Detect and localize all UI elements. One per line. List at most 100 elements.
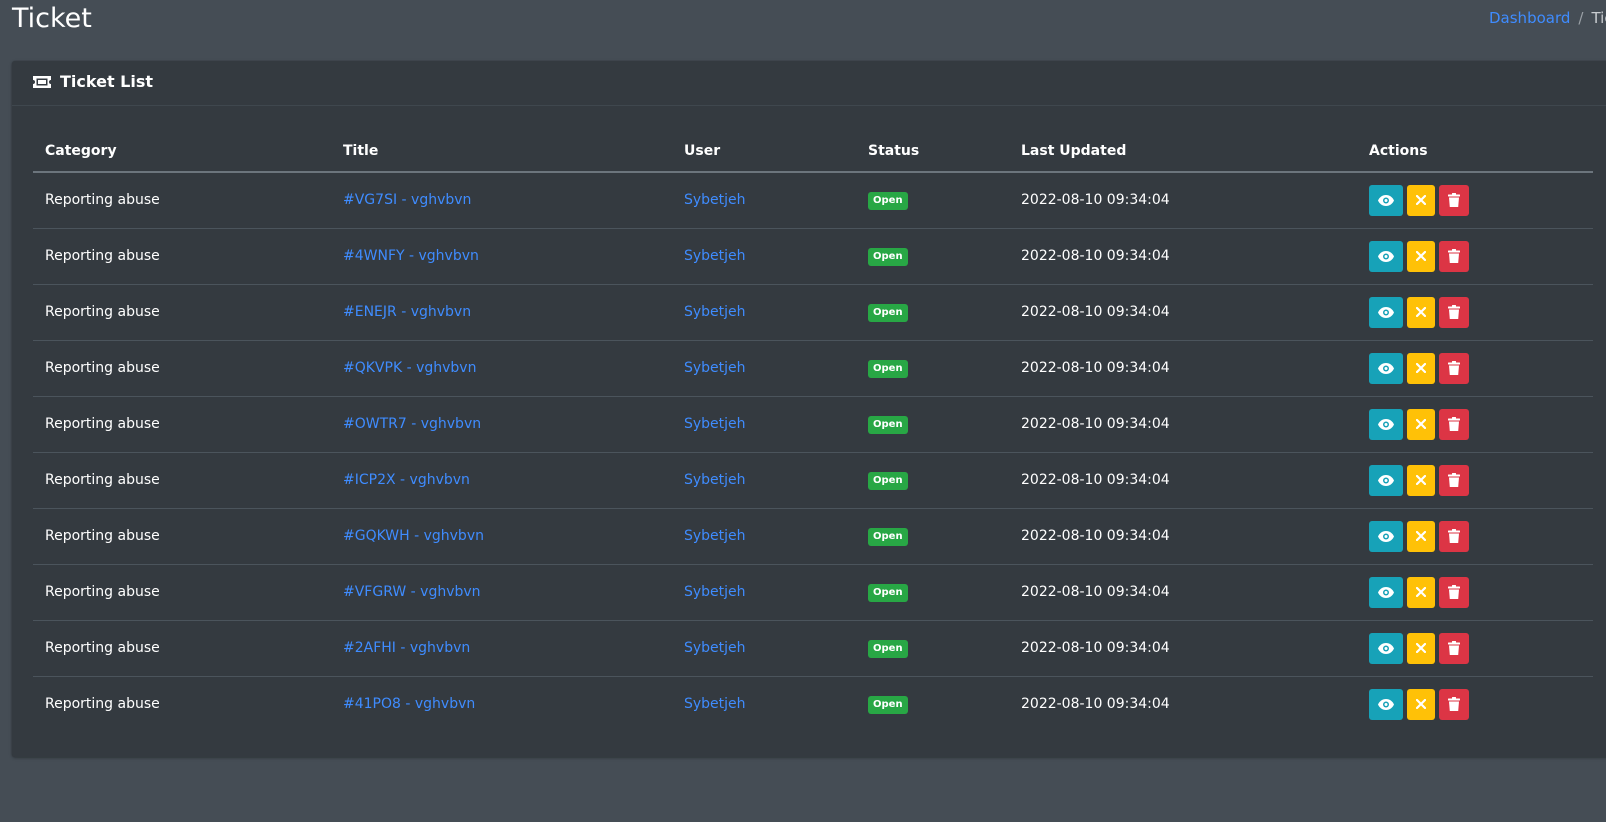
view-ticket-button[interactable] <box>1369 464 1403 496</box>
delete-ticket-button[interactable] <box>1439 296 1469 328</box>
close-ticket-button[interactable] <box>1407 296 1435 328</box>
view-ticket-button[interactable] <box>1369 576 1403 608</box>
category-text: Reporting abuse <box>45 192 160 209</box>
row-actions <box>1369 296 1581 328</box>
cell-last-updated: 2022-08-10 09:34:04 <box>1009 564 1357 621</box>
table-header-row: Category Title User Status Last Updated … <box>33 131 1593 173</box>
close-ticket-button[interactable] <box>1407 184 1435 216</box>
cell-actions <box>1357 620 1593 677</box>
table-row: Reporting abuse #QKVPK - vghvbvn Sybetje… <box>33 340 1593 397</box>
user-link[interactable]: Sybetjeh <box>684 696 746 712</box>
view-ticket-button[interactable] <box>1369 296 1403 328</box>
user-link[interactable]: Sybetjeh <box>684 360 746 376</box>
cell-status: Open <box>856 340 1009 397</box>
status-badge: Open <box>868 415 908 434</box>
cell-category: Reporting abuse <box>33 508 331 565</box>
close-ticket-button[interactable] <box>1407 240 1435 272</box>
card-header: Ticket List <box>12 61 1606 106</box>
ticket-title-link[interactable]: #4WNFY - vghvbvn <box>343 248 479 264</box>
user-link[interactable]: Sybetjeh <box>684 304 746 320</box>
row-actions <box>1369 464 1581 496</box>
table-row: Reporting abuse #ICP2X - vghvbvn Sybetje… <box>33 452 1593 509</box>
close-icon <box>1416 195 1426 206</box>
status-badge: Open <box>868 247 908 266</box>
last-updated-text: 2022-08-10 09:34:04 <box>1021 416 1170 432</box>
delete-ticket-button[interactable] <box>1439 184 1469 216</box>
delete-ticket-button[interactable] <box>1439 408 1469 440</box>
close-ticket-button[interactable] <box>1407 464 1435 496</box>
cell-title: #4WNFY - vghvbvn <box>331 228 672 285</box>
trash-icon <box>1448 529 1460 543</box>
row-actions <box>1369 408 1581 440</box>
delete-ticket-button[interactable] <box>1439 352 1469 384</box>
user-link[interactable]: Sybetjeh <box>684 528 746 544</box>
delete-ticket-button[interactable] <box>1439 688 1469 720</box>
delete-ticket-button[interactable] <box>1439 520 1469 552</box>
cell-title: #GQKWH - vghvbvn <box>331 508 672 565</box>
cell-title: #ICP2X - vghvbvn <box>331 452 672 509</box>
user-link[interactable]: Sybetjeh <box>684 640 746 656</box>
cell-actions <box>1357 508 1593 565</box>
close-ticket-button[interactable] <box>1407 408 1435 440</box>
trash-icon <box>1448 473 1460 487</box>
ticket-title-link[interactable]: #ICP2X - vghvbvn <box>343 472 470 488</box>
ticket-title-link[interactable]: #41PO8 - vghvbvn <box>343 696 475 712</box>
ticket-title-link[interactable]: #VG7SI - vghvbvn <box>343 192 471 208</box>
column-header-user: User <box>672 131 856 173</box>
user-link[interactable]: Sybetjeh <box>684 584 746 600</box>
ticket-title-link[interactable]: #2AFHI - vghvbvn <box>343 640 470 656</box>
delete-ticket-button[interactable] <box>1439 576 1469 608</box>
view-ticket-button[interactable] <box>1369 352 1403 384</box>
delete-ticket-button[interactable] <box>1439 464 1469 496</box>
delete-ticket-button[interactable] <box>1439 632 1469 664</box>
close-ticket-button[interactable] <box>1407 688 1435 720</box>
view-ticket-button[interactable] <box>1369 688 1403 720</box>
row-actions <box>1369 240 1581 272</box>
category-text: Reporting abuse <box>45 472 160 488</box>
cell-user: Sybetjeh <box>672 620 856 677</box>
user-link[interactable]: Sybetjeh <box>684 472 746 488</box>
page-header: Ticket Dashboard / Tick <box>0 0 1606 60</box>
table-row: Reporting abuse #GQKWH - vghvbvn Sybetje… <box>33 508 1593 565</box>
category-text: Reporting abuse <box>45 360 160 376</box>
close-icon <box>1416 307 1426 317</box>
view-ticket-button[interactable] <box>1369 240 1403 272</box>
user-link[interactable]: Sybetjeh <box>684 248 746 264</box>
close-ticket-button[interactable] <box>1407 352 1435 384</box>
breadcrumb-dashboard-link[interactable]: Dashboard <box>1489 9 1570 27</box>
delete-ticket-button[interactable] <box>1439 240 1469 272</box>
ticket-title-link[interactable]: #GQKWH - vghvbvn <box>343 528 484 544</box>
trash-icon <box>1448 641 1460 655</box>
close-icon <box>1416 363 1426 373</box>
trash-icon <box>1448 305 1460 319</box>
cell-user: Sybetjeh <box>672 172 856 229</box>
cell-status: Open <box>856 284 1009 341</box>
category-text: Reporting abuse <box>45 640 160 656</box>
category-text: Reporting abuse <box>45 248 160 264</box>
cell-user: Sybetjeh <box>672 508 856 565</box>
close-ticket-button[interactable] <box>1407 520 1435 552</box>
cell-status: Open <box>856 508 1009 565</box>
user-link[interactable]: Sybetjeh <box>684 192 746 208</box>
cell-category: Reporting abuse <box>33 564 331 621</box>
ticket-title-link[interactable]: #QKVPK - vghvbvn <box>343 360 476 376</box>
cell-status: Open <box>856 172 1009 229</box>
eye-icon <box>1378 474 1394 486</box>
row-actions <box>1369 184 1581 216</box>
table-row: Reporting abuse #2AFHI - vghvbvn Sybetje… <box>33 620 1593 677</box>
view-ticket-button[interactable] <box>1369 520 1403 552</box>
ticket-title-link[interactable]: #OWTR7 - vghvbvn <box>343 416 481 432</box>
view-ticket-button[interactable] <box>1369 184 1403 216</box>
trash-icon <box>1448 361 1460 375</box>
status-badge: Open <box>868 359 908 378</box>
close-ticket-button[interactable] <box>1407 576 1435 608</box>
ticket-title-link[interactable]: #ENEJR - vghvbvn <box>343 304 471 320</box>
category-text: Reporting abuse <box>45 304 160 320</box>
ticket-title-link[interactable]: #VFGRW - vghvbvn <box>343 584 481 600</box>
view-ticket-button[interactable] <box>1369 632 1403 664</box>
cell-user: Sybetjeh <box>672 676 856 732</box>
cell-title: #QKVPK - vghvbvn <box>331 340 672 397</box>
close-ticket-button[interactable] <box>1407 632 1435 664</box>
user-link[interactable]: Sybetjeh <box>684 416 746 432</box>
view-ticket-button[interactable] <box>1369 408 1403 440</box>
